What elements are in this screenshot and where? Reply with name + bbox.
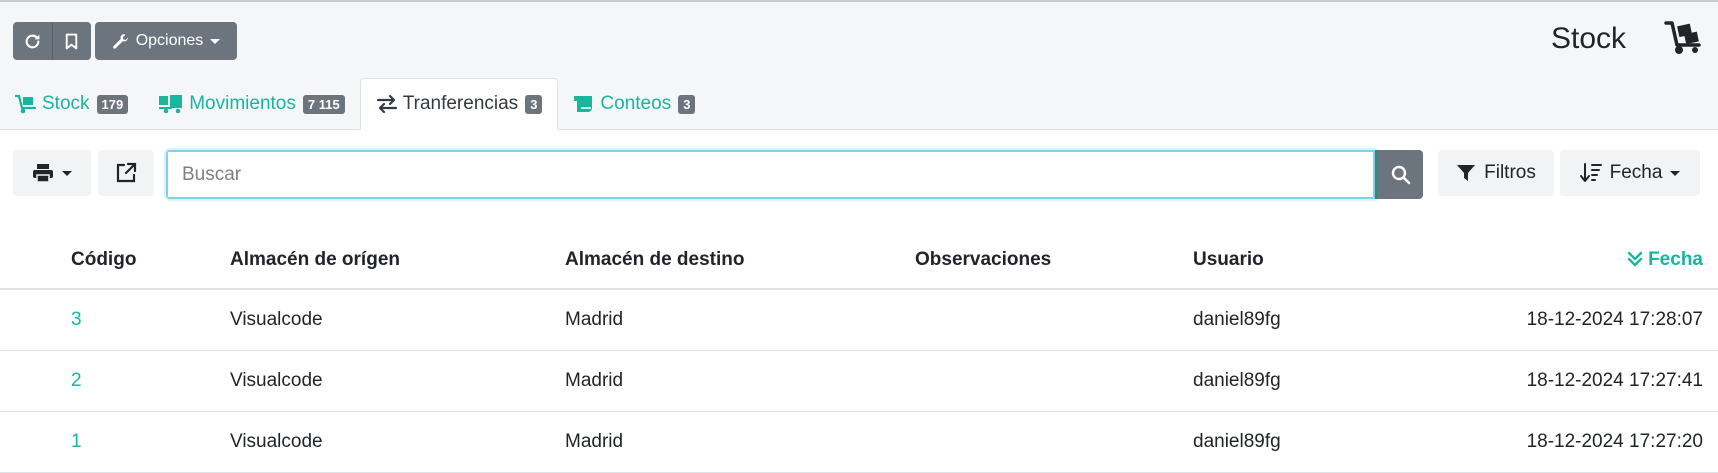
table-header-row: Código Almacén de orígen Almacén de dest… bbox=[0, 231, 1718, 290]
header-codigo[interactable]: Código bbox=[0, 231, 230, 290]
row-destination: Madrid bbox=[565, 289, 915, 351]
dolly-flatbed-icon bbox=[1664, 20, 1702, 61]
wrench-icon bbox=[112, 33, 128, 49]
tab-tranferencias[interactable]: Tranferencias 3 bbox=[359, 78, 559, 130]
table-row[interactable]: 2 Visualcode Madrid daniel89fg 18-12-202… bbox=[0, 350, 1718, 412]
header-fecha-label: Fecha bbox=[1648, 248, 1703, 270]
row-origin: Visualcode bbox=[230, 289, 565, 351]
row-destination: Madrid bbox=[565, 350, 915, 412]
external-link-icon bbox=[116, 162, 137, 183]
row-date: 18-12-2024 17:28:07 bbox=[1493, 289, 1718, 351]
search-field-wrapper bbox=[166, 150, 1375, 199]
print-icon bbox=[33, 164, 53, 183]
row-user: daniel89fg bbox=[1193, 411, 1493, 473]
header-almacen-destino[interactable]: Almacén de destino bbox=[565, 231, 915, 290]
tab-movimientos-count: 7 115 bbox=[302, 94, 345, 114]
bookmark-button[interactable] bbox=[52, 22, 91, 60]
header-actions: Opciones bbox=[13, 22, 237, 60]
search-input[interactable] bbox=[168, 152, 1373, 197]
tab-conteos[interactable]: Conteos 3 bbox=[558, 78, 710, 130]
row-observations bbox=[915, 411, 1193, 473]
caret-down-icon bbox=[1670, 170, 1681, 176]
reload-icon bbox=[25, 34, 40, 48]
options-dropdown-button[interactable]: Opciones bbox=[95, 22, 237, 60]
row-observations bbox=[915, 350, 1193, 412]
sort-dropdown-button[interactable]: Fecha bbox=[1560, 150, 1700, 196]
tab-movimientos-label: Movimientos bbox=[189, 93, 296, 114]
table-row[interactable]: 3 Visualcode Madrid daniel89fg 18-12-202… bbox=[0, 289, 1718, 351]
transfers-table: Código Almacén de orígen Almacén de dest… bbox=[0, 231, 1718, 473]
tab-tranferencias-count: 3 bbox=[525, 94, 543, 114]
search-icon bbox=[1391, 165, 1410, 184]
tab-stock[interactable]: Stock 179 bbox=[0, 78, 143, 130]
tab-conteos-label: Conteos bbox=[600, 93, 672, 114]
row-origin: Visualcode bbox=[230, 350, 565, 412]
table-row[interactable]: 1 Visualcode Madrid daniel89fg 18-12-202… bbox=[0, 411, 1718, 473]
print-dropdown-button[interactable] bbox=[13, 150, 91, 196]
caret-down-icon bbox=[62, 170, 72, 176]
tab-stock-count: 179 bbox=[96, 94, 129, 114]
row-user: daniel89fg bbox=[1193, 289, 1493, 351]
search-button[interactable] bbox=[1375, 150, 1423, 199]
options-label: Opciones bbox=[135, 32, 204, 49]
row-code-link[interactable]: 2 bbox=[0, 350, 230, 412]
export-button[interactable] bbox=[98, 150, 154, 196]
header-almacen-origen[interactable]: Almacén de orígen bbox=[230, 231, 565, 290]
reload-bookmark-group bbox=[13, 22, 92, 60]
row-date: 18-12-2024 17:27:20 bbox=[1493, 411, 1718, 473]
tab-conteos-count: 3 bbox=[678, 94, 696, 114]
filters-button[interactable]: Filtros bbox=[1438, 150, 1554, 196]
header-observaciones[interactable]: Observaciones bbox=[915, 231, 1193, 290]
bookmark-icon bbox=[65, 33, 78, 49]
tab-movimientos[interactable]: Movimientos 7 115 bbox=[143, 78, 359, 130]
sort-amount-down-icon bbox=[1579, 163, 1602, 182]
row-origin: Visualcode bbox=[230, 411, 565, 473]
page-title: Stock bbox=[1550, 22, 1626, 55]
scroll-icon bbox=[574, 96, 593, 112]
truck-loading-icon bbox=[159, 95, 183, 114]
header-usuario[interactable]: Usuario bbox=[1193, 231, 1493, 290]
filters-label: Filtros bbox=[1484, 162, 1536, 183]
filter-icon bbox=[1457, 165, 1476, 181]
reload-button[interactable] bbox=[13, 22, 52, 60]
caret-down-icon bbox=[210, 38, 221, 44]
tab-stock-label: Stock bbox=[42, 93, 90, 114]
list-toolbar: Filtros Fecha bbox=[0, 130, 1718, 210]
dolly-icon bbox=[15, 94, 37, 114]
page-header: Opciones Stock Stock 179 Movimientos 7 1… bbox=[0, 2, 1718, 130]
row-user: daniel89fg bbox=[1193, 350, 1493, 412]
row-observations bbox=[915, 289, 1193, 351]
row-date: 18-12-2024 17:27:41 bbox=[1493, 350, 1718, 412]
row-destination: Madrid bbox=[565, 411, 915, 473]
row-code-link[interactable]: 1 bbox=[0, 411, 230, 473]
tab-tranferencias-label: Tranferencias bbox=[402, 93, 519, 114]
exchange-icon bbox=[376, 94, 397, 114]
tab-bar: Stock 179 Movimientos 7 115 Tranferencia… bbox=[0, 78, 710, 130]
double-chevron-down-icon bbox=[1627, 251, 1642, 266]
sort-label: Fecha bbox=[1609, 162, 1663, 183]
header-fecha[interactable]: Fecha bbox=[1493, 231, 1718, 290]
row-code-link[interactable]: 3 bbox=[0, 289, 230, 351]
